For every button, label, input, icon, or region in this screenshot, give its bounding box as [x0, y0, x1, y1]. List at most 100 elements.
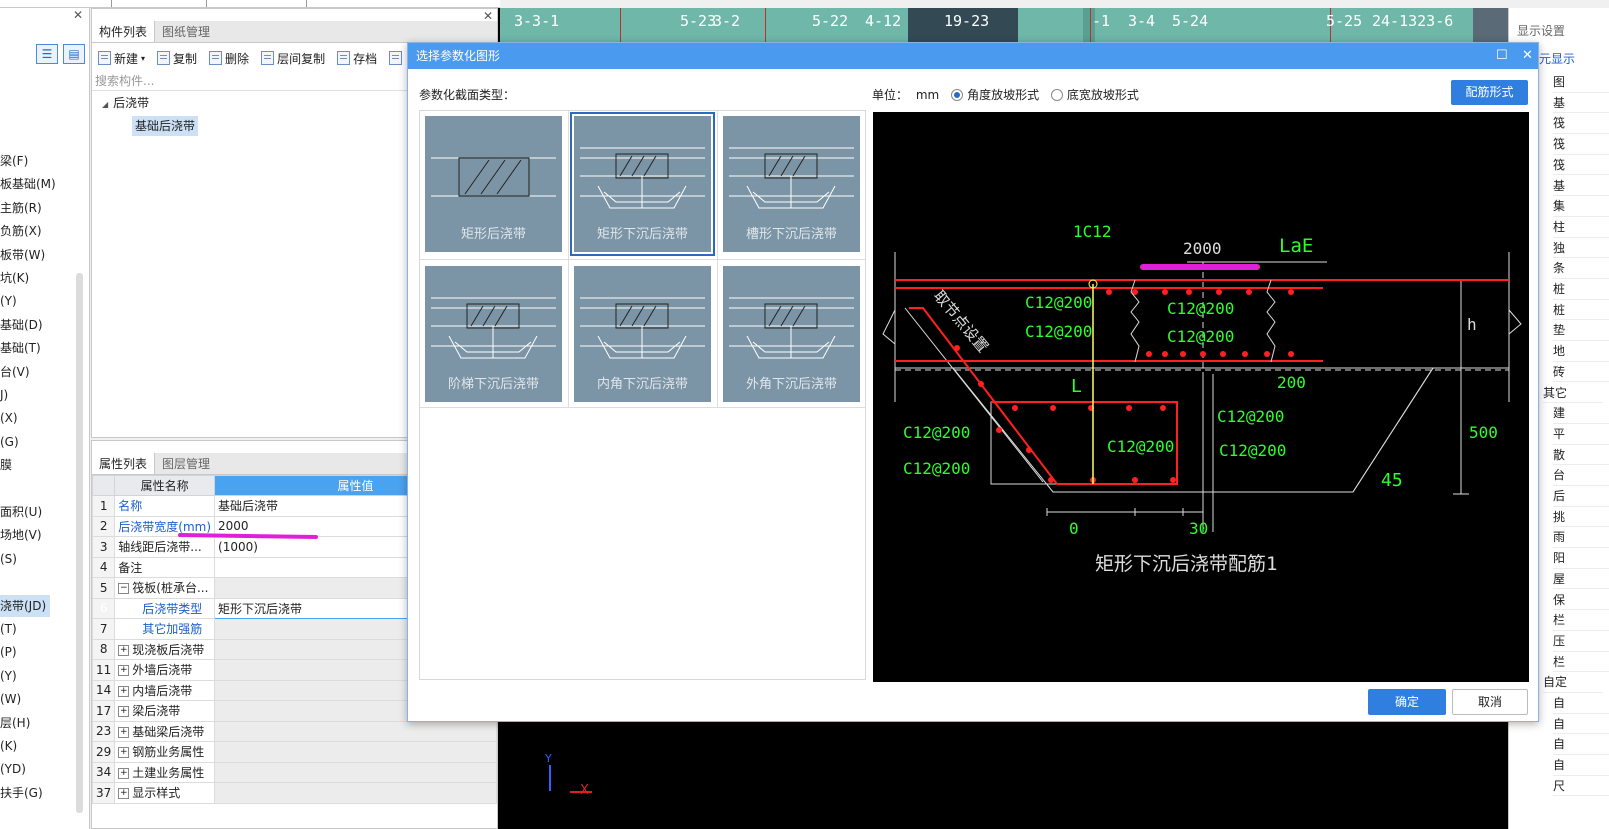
layer-item[interactable]: 柱 [1553, 217, 1609, 238]
shape-thumbnail[interactable]: 槽形下沉后浇带 [723, 116, 860, 252]
layer-item[interactable]: 桩 [1553, 300, 1609, 321]
sidebar-item[interactable]: 浇带(JD) [0, 594, 50, 617]
sidebar-item[interactable]: (P) [0, 641, 17, 663]
layer-item[interactable]: 平 [1553, 424, 1609, 445]
rebar-form-button[interactable]: 配筋形式 [1451, 80, 1528, 105]
layer-item[interactable]: 屋 [1553, 569, 1609, 590]
expand-icon[interactable]: + [118, 706, 130, 718]
property-row[interactable]: 34 + 土建业务属性 [91, 761, 497, 783]
top-field-3[interactable] [207, 0, 307, 7]
layer-item[interactable]: 挑 [1553, 507, 1609, 528]
sidebar-item[interactable]: (G) [0, 431, 19, 453]
tab-property-list[interactable]: 属性列表 [92, 453, 156, 474]
sidebar-item[interactable]: (K) [0, 735, 17, 757]
layer-item[interactable]: 基 [1553, 93, 1609, 114]
tab-layer-management[interactable]: 图层管理 [155, 453, 217, 474]
layer-item[interactable]: 保 [1553, 590, 1609, 611]
close-icon[interactable]: ✕ [1522, 43, 1533, 69]
sidebar-item[interactable]: 板基础(M) [0, 173, 56, 195]
sidebar-item[interactable]: 基础(D) [0, 314, 43, 336]
sidebar-item[interactable]: (W) [0, 688, 21, 710]
layer-item[interactable]: 自 [1553, 714, 1609, 735]
layer-item[interactable]: 筏 [1553, 113, 1609, 135]
layer-item[interactable]: 后 [1553, 486, 1609, 507]
top-field-1[interactable] [12, 0, 112, 7]
expand-icon[interactable]: + [118, 665, 130, 677]
left-scrollbar[interactable] [76, 273, 83, 813]
copy-button[interactable]: 复制 [157, 50, 197, 67]
sidebar-item[interactable]: 基础(T) [0, 337, 41, 359]
more-button[interactable] [389, 51, 405, 65]
layer-item[interactable]: 桩 [1553, 279, 1609, 300]
shape-thumbnail[interactable]: 外角下沉后浇带 [723, 266, 860, 402]
property-row[interactable]: 23 + 基础梁后浇带 [91, 720, 497, 742]
sidebar-item[interactable]: 层(H) [0, 712, 30, 734]
property-value[interactable] [214, 741, 497, 763]
sidebar-item[interactable]: 场地(V) [0, 524, 42, 546]
tree-item-foundation-post-pour[interactable]: 基础后浇带 [132, 116, 199, 136]
layer-item[interactable]: 筏 [1553, 155, 1609, 176]
shape-thumbnail[interactable]: 矩形后浇带 [425, 116, 562, 252]
layer-item[interactable]: 垫 [1553, 320, 1609, 342]
sidebar-item[interactable]: (X) [0, 407, 18, 429]
display-settings-label[interactable]: 显示设置 [1517, 22, 1565, 39]
sidebar-item[interactable]: (Y) [0, 665, 17, 687]
sidebar-item[interactable]: 主筋(R) [0, 197, 42, 219]
layer-item[interactable]: 栏 [1553, 652, 1609, 673]
layer-item[interactable]: 自 [1553, 693, 1609, 714]
element-display-tab[interactable]: 元显示 [1539, 50, 1575, 67]
property-value[interactable] [214, 761, 497, 783]
layer-item[interactable]: 其它 [1543, 383, 1603, 404]
tab-component-list[interactable]: 构件列表 [92, 21, 156, 42]
radio-width-slope[interactable] [1050, 89, 1063, 101]
shape-thumbnail[interactable]: 矩形下沉后浇带 [570, 112, 715, 256]
property-row[interactable]: 37 + 显示样式 [91, 782, 497, 804]
collapse-icon[interactable]: − [118, 583, 130, 595]
layer-item[interactable]: 自定 [1543, 672, 1603, 693]
layer-item[interactable]: 尺 [1553, 776, 1609, 797]
expand-icon[interactable]: + [118, 788, 130, 800]
layer-item[interactable]: 雨 [1553, 527, 1609, 549]
sidebar-item[interactable]: 板带(W) [0, 244, 45, 266]
sidebar-item[interactable]: 面积(U) [0, 501, 42, 523]
top-field-2[interactable] [112, 0, 207, 7]
layer-item[interactable]: 散 [1553, 445, 1609, 466]
layer-copy-button[interactable]: 层间复制 [261, 50, 325, 67]
sidebar-item[interactable]: 台(V) [0, 361, 30, 383]
expand-icon[interactable]: + [118, 767, 130, 779]
cancel-button[interactable]: 取消 [1452, 689, 1528, 715]
ok-button[interactable]: 确定 [1368, 689, 1446, 715]
sidebar-item[interactable]: 膜 [0, 454, 12, 476]
layer-item[interactable]: 阳 [1553, 548, 1609, 569]
layer-item[interactable]: 集 [1553, 196, 1609, 217]
shape-thumbnail[interactable]: 阶梯下沉后浇带 [425, 266, 562, 402]
sidebar-item[interactable]: (S) [0, 548, 17, 570]
sidebar-item[interactable]: (YD) [0, 758, 26, 780]
collapse-triangle-icon[interactable]: ◢ [102, 100, 108, 109]
sidebar-item[interactable]: 坑(K) [0, 267, 29, 289]
detail-view-icon[interactable]: ▤ [63, 44, 85, 64]
property-row[interactable]: 29 + 钢筋业务属性 [91, 741, 497, 763]
property-value[interactable] [214, 782, 497, 804]
sidebar-item[interactable]: 梁(F) [0, 150, 28, 172]
layer-item[interactable]: 砖 [1553, 362, 1609, 383]
shape-thumbnail[interactable]: 内角下沉后浇带 [574, 266, 711, 402]
tab-drawing-management[interactable]: 图纸管理 [155, 21, 217, 42]
chevron-down-icon[interactable]: ▾ [141, 54, 145, 63]
sidebar-item[interactable]: J) [0, 384, 8, 406]
layer-item[interactable]: 自 [1553, 755, 1609, 776]
layer-item[interactable]: 自 [1553, 734, 1609, 756]
sidebar-item[interactable]: 扶手(G) [0, 782, 43, 804]
close-icon[interactable]: ✕ [73, 8, 83, 22]
layer-item[interactable]: 图 [1553, 72, 1609, 93]
sidebar-item[interactable]: (Y) [0, 290, 17, 312]
property-value[interactable] [214, 720, 497, 742]
list-view-icon[interactable]: ☰ [36, 44, 58, 64]
expand-icon[interactable]: + [118, 644, 130, 656]
sidebar-item[interactable]: (T) [0, 618, 17, 640]
expand-icon[interactable]: + [118, 685, 130, 697]
delete-button[interactable]: 删除 [209, 50, 249, 67]
archive-button[interactable]: 存档 [337, 50, 377, 67]
layer-item[interactable]: 地 [1553, 341, 1609, 362]
radio-angle-slope[interactable] [951, 89, 964, 101]
